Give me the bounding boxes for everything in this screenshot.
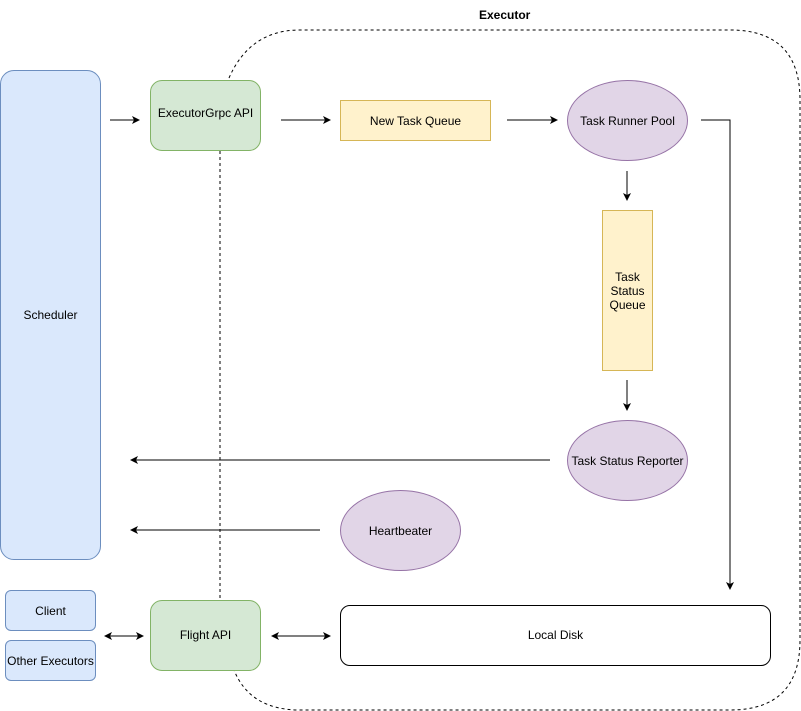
heartbeater-node[interactable]: Heartbeater [340,490,461,571]
executor-container-label: Executor [479,8,531,22]
local-disk-label: Local Disk [527,627,584,642]
edge-runner-to-localdisk [701,119,734,590]
scheduler-node[interactable]: Scheduler [0,70,101,560]
task-runner-pool-node[interactable]: Task Runner Pool [567,80,688,161]
task-status-reporter-label: Task Status Reporter [571,453,684,468]
client-label: Client [35,603,66,618]
task-status-queue-label: Task Status Queue [609,269,646,312]
other-executors-label: Other Executors [7,653,94,668]
scheduler-label: Scheduler [23,308,78,322]
executor-grpc-api-node[interactable]: ExecutorGrpc API [150,80,261,151]
heartbeater-label: Heartbeater [368,523,433,538]
executor-grpc-api-label: ExecutorGrpc API [157,105,254,120]
new-task-queue-node[interactable]: New Task Queue [340,100,491,141]
new-task-queue-label: New Task Queue [369,113,462,128]
task-status-queue-node[interactable]: Task Status Queue [602,210,653,371]
local-disk-node[interactable]: Local Disk [340,605,771,666]
flight-api-label: Flight API [179,627,232,642]
task-runner-pool-label: Task Runner Pool [580,113,675,128]
task-status-reporter-node[interactable]: Task Status Reporter [567,420,688,501]
client-node[interactable]: Client [5,590,96,631]
flight-api-node[interactable]: Flight API [150,600,261,671]
other-executors-node[interactable]: Other Executors [5,640,96,681]
